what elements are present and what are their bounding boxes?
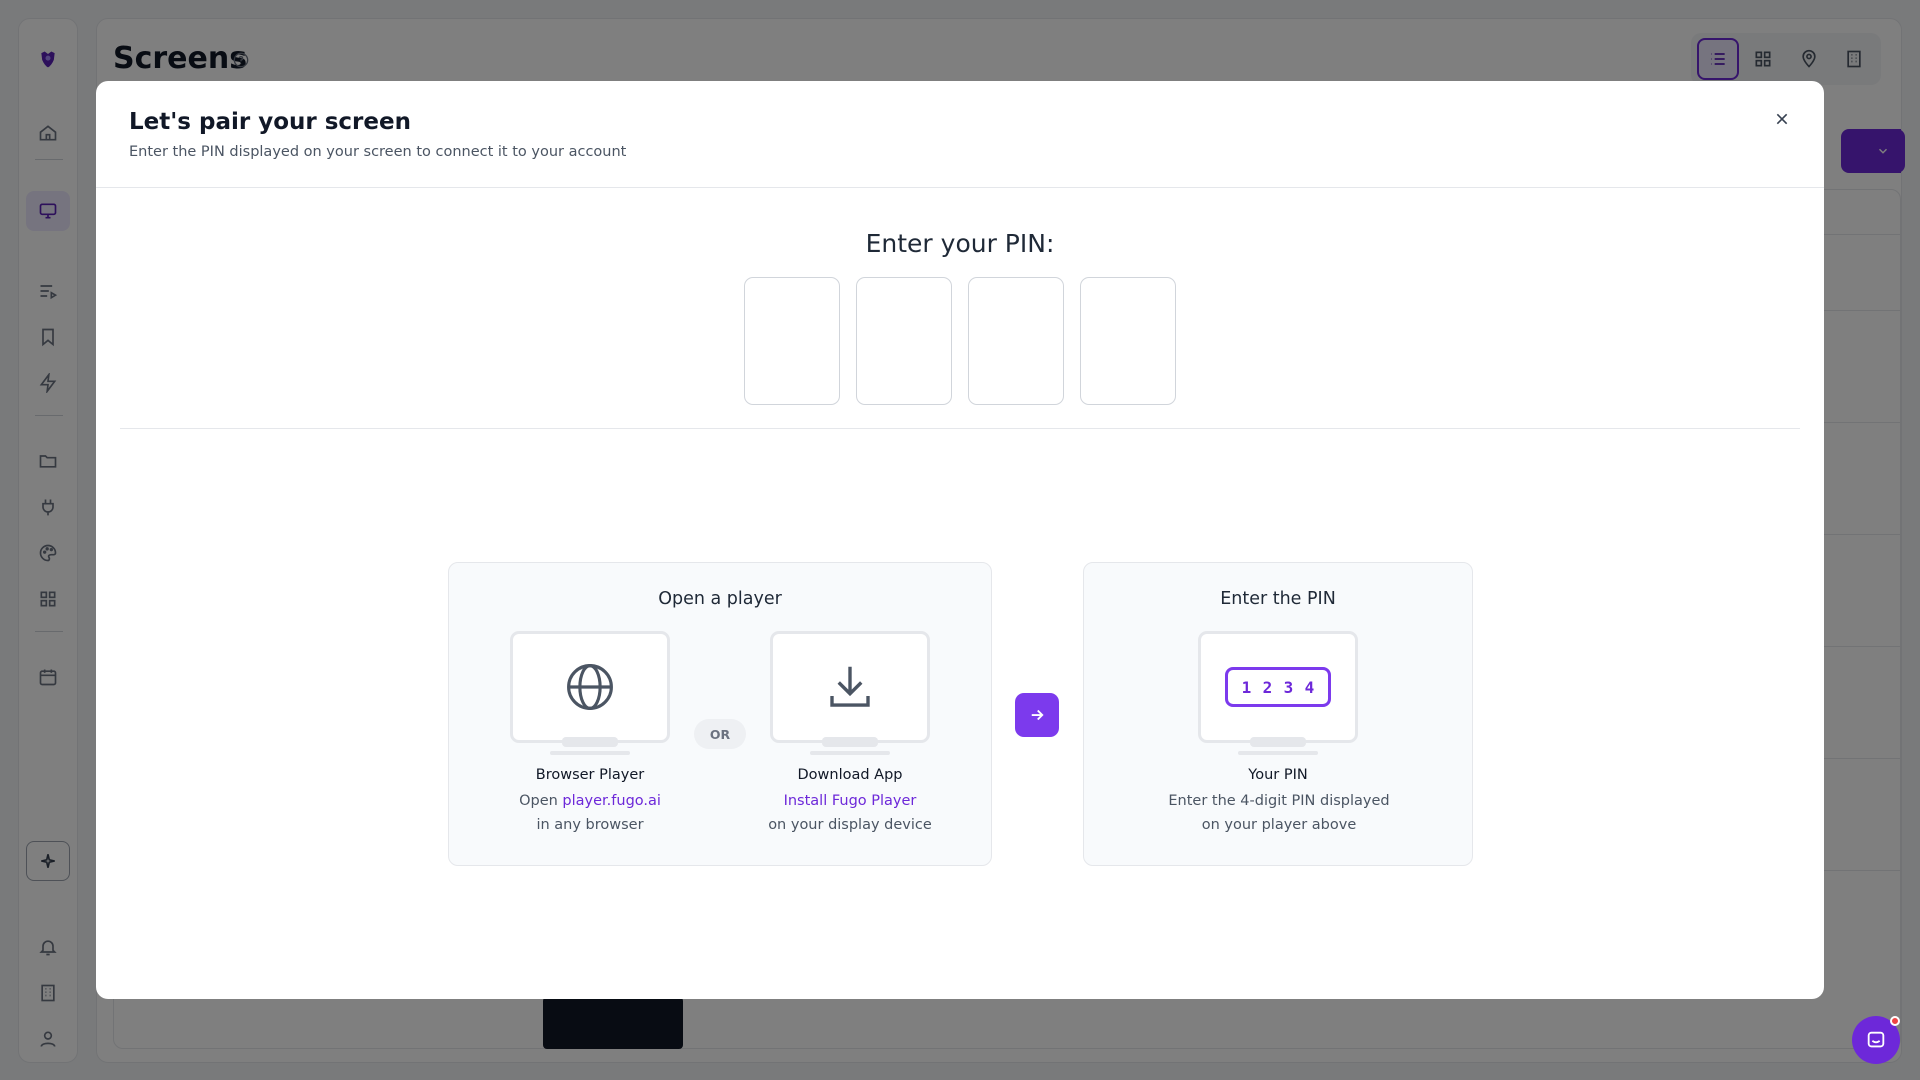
download-icon: [830, 666, 870, 707]
pin-input-group: [744, 277, 1176, 405]
sample-pin-digit: 2: [1262, 677, 1273, 697]
pin-digit-4-input[interactable]: [1080, 277, 1176, 405]
your-pin-line1: Enter the 4-digit PIN displayed: [1168, 793, 1390, 809]
install-fugo-player-link[interactable]: Install Fugo Player: [720, 793, 980, 809]
open-player-card: Open a player Browser Player Open player…: [448, 562, 992, 866]
browser-player-prefix: Open: [519, 793, 563, 809]
sample-pin-digit: 4: [1304, 677, 1315, 697]
pin-digit-3-input[interactable]: [968, 277, 1064, 405]
notification-dot: [1890, 1016, 1900, 1026]
sample-pin-display: 1 2 3 4: [1225, 667, 1331, 707]
download-app-illustration: [770, 631, 930, 755]
your-pin-line2: on your player above: [1201, 817, 1357, 833]
your-pin-title: Your PIN: [1248, 767, 1308, 783]
open-player-title: Open a player: [658, 589, 782, 609]
browser-player-illustration: [510, 631, 670, 755]
monitor-stand: [822, 737, 878, 747]
chat-launcher-button[interactable]: [1852, 1016, 1900, 1064]
pin-digit-2-input[interactable]: [856, 277, 952, 405]
next-step-arrow: [1015, 693, 1059, 737]
monitor: [510, 631, 670, 743]
monitor-base: [550, 751, 630, 755]
monitor-stand: [1250, 737, 1306, 747]
close-icon: [1776, 113, 1788, 125]
pair-screen-modal: Let's pair your screen Enter the PIN dis…: [96, 81, 1824, 999]
or-separator: OR: [694, 719, 746, 749]
enter-pin-card: Enter the PIN 1 2 3 4 Your PIN Enter the…: [1083, 562, 1473, 866]
arrow-right-icon: [1031, 709, 1044, 721]
monitor-stand: [562, 737, 618, 747]
browser-player-line1: Open player.fugo.ai: [460, 793, 720, 809]
download-app-line2: on your display device: [768, 817, 932, 833]
modal-subtitle: Enter the PIN displayed on your screen t…: [129, 144, 627, 160]
browser-player-title: Browser Player: [535, 767, 645, 783]
section-divider: [120, 428, 1800, 429]
player-fugo-link[interactable]: player.fugo.ai: [562, 793, 661, 809]
your-pin-illustration: 1 2 3 4: [1198, 631, 1358, 755]
browser-player-line2: in any browser: [536, 817, 644, 833]
close-button[interactable]: [1768, 105, 1796, 133]
sample-pin-digit: 1: [1241, 677, 1252, 697]
chat-icon: [1867, 1031, 1885, 1048]
sample-pin-digit: 3: [1283, 677, 1294, 697]
install-fugo-player-text[interactable]: Install Fugo Player: [784, 793, 917, 809]
monitor-base: [810, 751, 890, 755]
pin-digit-1-input[interactable]: [744, 277, 840, 405]
monitor: [770, 631, 930, 743]
modal-title: Let's pair your screen: [129, 109, 411, 135]
pin-label: Enter your PIN:: [865, 229, 1055, 258]
modal-header: Let's pair your screen Enter the PIN dis…: [96, 81, 1824, 188]
download-app-title: Download App: [797, 767, 903, 783]
monitor: 1 2 3 4: [1198, 631, 1358, 743]
globe-icon: [567, 664, 613, 710]
monitor-base: [1238, 751, 1318, 755]
enter-pin-title: Enter the PIN: [1220, 589, 1336, 609]
